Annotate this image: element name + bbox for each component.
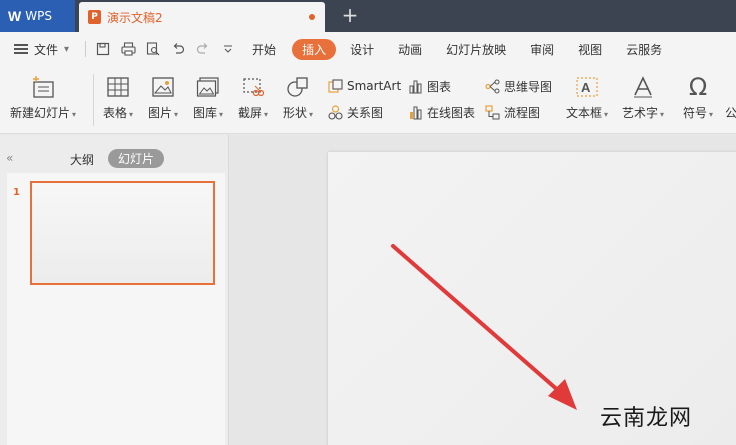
tab-outline[interactable]: 大纲 xyxy=(70,151,94,168)
mindmap-icon xyxy=(484,79,500,95)
wordart-icon xyxy=(629,74,657,100)
save-icon[interactable] xyxy=(95,41,111,57)
shape-icon xyxy=(284,74,312,100)
flowchart-label: 流程图 xyxy=(504,106,541,120)
watermark: 云南龙网 xyxy=(600,406,693,431)
table-button[interactable]: 表格 ▾ xyxy=(103,74,133,121)
wordart-button[interactable]: 艺术字 ▾ xyxy=(622,74,664,121)
slide-panel-header: « 大纲 幻灯片 xyxy=(0,149,229,169)
smartart-icon xyxy=(327,78,343,94)
slide-number: 1 xyxy=(13,187,20,198)
tab-insert[interactable]: 插入 xyxy=(292,38,337,60)
symbol-label: 符号 xyxy=(683,106,708,120)
document-tab[interactable]: P 演示文稿2 xyxy=(79,2,325,32)
online-chart-button[interactable]: 在线图表 xyxy=(407,104,475,121)
chart-button[interactable]: 图表 xyxy=(407,78,451,95)
wps-tab-label: WPS xyxy=(25,9,52,23)
svg-text:A: A xyxy=(581,80,591,95)
formula-icon xyxy=(726,74,736,100)
title-bar: W WPS P 演示文稿2 + xyxy=(0,0,736,32)
formula-label: 公 xyxy=(726,106,736,120)
omega-icon: Ω xyxy=(688,73,708,101)
redo-icon[interactable] xyxy=(195,41,211,57)
formula-button[interactable]: 公 xyxy=(726,74,736,121)
quick-access-toolbar xyxy=(85,41,236,57)
picture-icon xyxy=(149,74,177,100)
divider xyxy=(85,41,87,57)
collapse-panel-icon[interactable]: « xyxy=(6,151,13,165)
tab-view[interactable]: 视图 xyxy=(578,41,602,58)
tab-home[interactable]: 开始 xyxy=(252,41,276,58)
customize-dropdown-icon[interactable] xyxy=(220,41,236,57)
new-slide-button[interactable]: 新建幻灯片 ▾ xyxy=(10,74,76,121)
picture-label: 图片 xyxy=(148,106,173,120)
gallery-button[interactable]: 图库 ▾ xyxy=(193,74,223,121)
smartart-label: SmartArt xyxy=(347,79,402,93)
tab-cloud[interactable]: 云服务 xyxy=(626,41,662,58)
smartart-button[interactable]: SmartArt xyxy=(327,78,401,94)
chart-label: 图表 xyxy=(427,80,452,94)
new-tab-plus-icon[interactable]: + xyxy=(340,5,360,27)
document-tab-label: 演示文稿2 xyxy=(107,10,163,25)
tab-design[interactable]: 设计 xyxy=(350,41,374,58)
shape-label: 形状 xyxy=(283,106,308,120)
wps-home-tab[interactable]: W WPS xyxy=(0,0,75,32)
chevron-down-icon: ▾ xyxy=(64,43,70,55)
tab-animation[interactable]: 动画 xyxy=(398,41,422,58)
screenshot-label: 截屏 xyxy=(238,106,263,120)
symbol-button[interactable]: Ω 符号 ▾ xyxy=(683,73,713,121)
textbox-icon: A xyxy=(573,74,601,100)
mindmap-button[interactable]: 思维导图 xyxy=(484,78,552,95)
ribbon-insert: 新建幻灯片 ▾ 表格 ▾ 图片 ▾ 图库 ▾ 截屏 ▾ 形状 ▾ SmartAr… xyxy=(0,66,736,134)
gallery-icon xyxy=(194,74,222,100)
hamburger-icon xyxy=(14,44,28,54)
tab-slides[interactable]: 幻灯片 xyxy=(108,149,164,168)
file-menu[interactable]: 文件 ▾ xyxy=(14,41,69,58)
flowchart-button[interactable]: 流程图 xyxy=(484,104,540,121)
slide-thumbnail[interactable] xyxy=(30,181,215,285)
relation-chart-icon xyxy=(327,105,343,121)
textbox-label: 文本框 xyxy=(566,106,603,120)
print-preview-icon[interactable] xyxy=(145,41,161,57)
relation-chart-button[interactable]: 关系图 xyxy=(327,104,383,121)
gallery-label: 图库 xyxy=(193,106,218,120)
table-label: 表格 xyxy=(103,106,128,120)
chart-icon xyxy=(407,79,423,95)
mindmap-label: 思维导图 xyxy=(504,80,553,94)
online-chart-icon xyxy=(407,105,423,121)
new-slide-label: 新建幻灯片 xyxy=(10,106,71,120)
textbox-button[interactable]: A 文本框 ▾ xyxy=(566,74,608,121)
flowchart-icon xyxy=(484,105,500,121)
screenshot-button[interactable]: 截屏 ▾ xyxy=(238,74,268,121)
online-chart-label: 在线图表 xyxy=(427,106,476,120)
screenshot-icon xyxy=(239,74,267,100)
relation-chart-label: 关系图 xyxy=(347,106,384,120)
menu-bar: 文件 ▾ 开始 插入 设计 动画 幻灯片放映 审阅 视图 云服务 xyxy=(0,32,736,66)
picture-button[interactable]: 图片 ▾ xyxy=(148,74,178,121)
unsaved-dot-icon xyxy=(309,14,315,20)
table-icon xyxy=(104,74,132,100)
tab-slideshow[interactable]: 幻灯片放映 xyxy=(446,41,506,58)
slide-canvas-area xyxy=(230,135,736,445)
divider xyxy=(93,74,94,126)
new-slide-icon xyxy=(29,74,57,100)
print-icon[interactable] xyxy=(120,41,136,57)
presentation-icon: P xyxy=(88,10,101,24)
tab-review[interactable]: 审阅 xyxy=(530,41,554,58)
undo-icon[interactable] xyxy=(170,41,186,57)
ribbon-tabs: 开始 插入 设计 动画 幻灯片放映 审阅 视图 云服务 xyxy=(252,38,686,60)
slide-panel: « 大纲 幻灯片 1 xyxy=(0,135,229,445)
wps-logo-icon: W xyxy=(8,8,22,24)
file-menu-label: 文件 xyxy=(34,42,59,57)
wordart-label: 艺术字 xyxy=(622,106,659,120)
shape-button[interactable]: 形状 ▾ xyxy=(283,74,313,121)
